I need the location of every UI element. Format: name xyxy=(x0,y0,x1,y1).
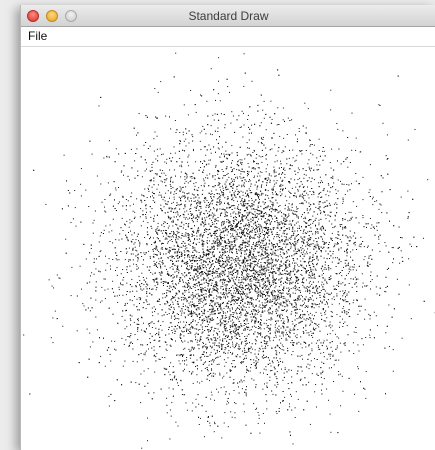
drawing-canvas xyxy=(21,48,435,450)
app-window: Standard Draw File xyxy=(20,5,435,450)
scatter-plot xyxy=(23,52,435,449)
window-title: Standard Draw xyxy=(188,9,269,23)
title-bar: Standard Draw xyxy=(21,5,435,27)
menu-file[interactable]: File xyxy=(28,29,47,43)
menu-bar: File xyxy=(21,27,435,47)
